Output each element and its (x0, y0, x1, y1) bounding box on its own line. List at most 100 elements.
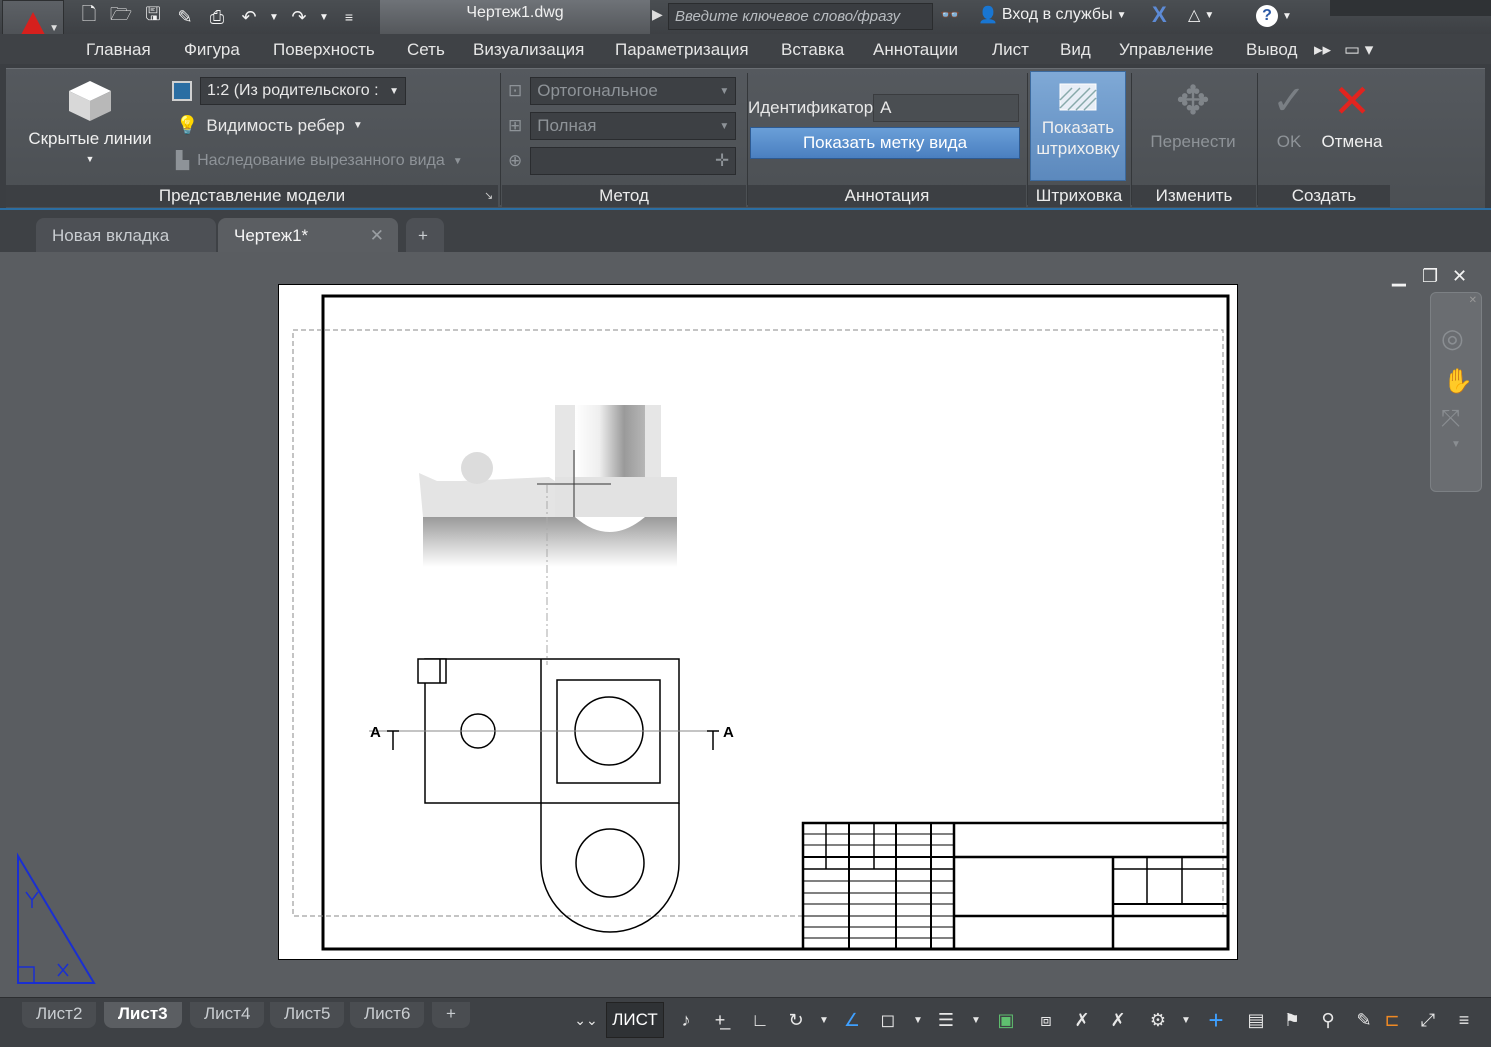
ribbon-display-toggle-icon[interactable]: ▭ ▾ (1344, 40, 1373, 60)
snap-icon[interactable]: ♪ (672, 1006, 700, 1034)
paper-sheet[interactable]: A A (278, 284, 1238, 960)
grid-icon[interactable]: +̲ (706, 1006, 734, 1034)
search-input[interactable]: Введите ключевое слово/фразу (668, 3, 933, 30)
signin-button[interactable]: 👤 Вход в службы ▼ (978, 5, 1126, 25)
projection-dropdown[interactable]: Ортогональное ▼ (530, 77, 737, 105)
menu-icon[interactable]: ≡ (1450, 1006, 1478, 1034)
fullscreen-icon[interactable]: ⤢ (1414, 1006, 1442, 1034)
layout-tab[interactable]: Лист2 (22, 1002, 97, 1028)
annotation-monitor-icon[interactable]: ⧈ (1032, 1006, 1060, 1034)
hidden-lines-button[interactable]: Скрытые линии ▼ (20, 79, 160, 170)
steering-wheel-icon[interactable]: ◎ (1441, 323, 1464, 354)
close-icon[interactable]: ✕ (370, 226, 384, 246)
add-layout-button[interactable]: + (432, 1002, 470, 1028)
user-icon: 👤 (978, 7, 998, 24)
tab-insert[interactable]: Вставка (781, 40, 844, 60)
zoom-extents-icon[interactable]: ⤧ (1441, 405, 1460, 433)
new-tab-button[interactable]: + (406, 218, 444, 254)
tab-view[interactable]: Вид (1060, 40, 1091, 60)
selection-cycling-icon[interactable]: ▣ (992, 1006, 1020, 1034)
move-arrows-icon: ✥ (1176, 79, 1210, 123)
binoculars-icon[interactable]: 👓 (940, 5, 960, 25)
customize-qat-icon[interactable]: ≡ (336, 5, 362, 29)
open-file-icon[interactable]: 🗁 (108, 4, 134, 29)
tab-annotate[interactable]: Аннотации (873, 40, 958, 60)
isolate-objects-icon[interactable]: ⚲ (1314, 1006, 1342, 1034)
lock-ui-icon[interactable]: ⚑ (1278, 1006, 1306, 1034)
section-type-dropdown[interactable]: Полная ▼ (530, 112, 737, 140)
pan-hand-icon[interactable]: ✋ (1443, 367, 1473, 396)
show-view-label-button[interactable]: Показать метку вида (750, 127, 1020, 159)
help-button[interactable]: ? ▼ (1256, 5, 1292, 27)
undo-dropdown-icon[interactable]: ▼ (268, 5, 280, 29)
ortho-icon[interactable]: ∟ (746, 1006, 774, 1034)
redo-dropdown-icon[interactable]: ▼ (318, 5, 330, 29)
chevron-down-icon: ▼ (49, 23, 59, 34)
object-snap-icon[interactable]: ◻ (874, 1006, 902, 1034)
search-expand-icon[interactable]: ▶ (652, 6, 663, 23)
gear-icon[interactable]: ⚙ (1144, 1006, 1172, 1034)
ok-button[interactable]: ✓ OK (1264, 79, 1314, 152)
show-hatch-button[interactable]: Показать штриховку (1030, 71, 1126, 181)
tab-home[interactable]: Главная (86, 40, 151, 60)
layout-tab[interactable]: Лист5 (270, 1002, 345, 1028)
annotation-visibility-icon[interactable]: ✗ (1104, 1006, 1132, 1034)
tab-solid[interactable]: Фигура (184, 40, 240, 60)
panel-title-method: Метод (502, 185, 746, 207)
scale-row: 1:2 (Из родительского : ▼ (172, 77, 406, 105)
isodraft-icon[interactable]: ∠ (838, 1006, 866, 1034)
plus-icon[interactable]: + (1202, 1005, 1230, 1035)
document-title: Чертеж1.dwg (380, 0, 650, 34)
save-icon[interactable]: 🖫 (140, 4, 166, 29)
chevron-down-icon[interactable]: ▼ (810, 1006, 838, 1034)
hardware-acceleration-icon[interactable]: ✎ (1350, 1006, 1378, 1034)
tab-new-tab[interactable]: Новая вкладка (36, 218, 216, 254)
exchange-apps-icon[interactable]: X (1152, 2, 1167, 28)
tab-parametric[interactable]: Параметризация (615, 40, 749, 60)
undo-icon[interactable]: ↶ (236, 5, 262, 29)
chevron-down-icon[interactable]: ▼ (904, 1006, 932, 1034)
chevron-down-icon[interactable]: ▼ (1172, 1006, 1200, 1034)
identifier-input[interactable]: A (873, 94, 1020, 122)
cut-inheritance-button[interactable]: ▙ Наследование вырезанного вида ▼ (176, 151, 463, 171)
method-third-field[interactable]: ✛ (530, 147, 737, 175)
tab-visualize[interactable]: Визуализация (473, 40, 584, 60)
chevron-down-icon[interactable]: ▼ (1451, 439, 1461, 450)
a360-icon[interactable]: △ ▼ (1188, 5, 1214, 25)
save-as-icon[interactable]: ✎ (172, 5, 198, 29)
close-viewport-icon[interactable]: ✕ (1452, 266, 1467, 287)
panel-launcher-icon[interactable]: ↘ (484, 189, 493, 202)
pick-point-icon: ✛ (715, 151, 730, 170)
layout-tab-active[interactable]: Лист3 (104, 1002, 182, 1028)
chevron-down-icon[interactable]: ▼ (962, 1006, 990, 1034)
tab-output[interactable]: Вывод (1246, 40, 1297, 60)
tab-mesh[interactable]: Сеть (407, 40, 445, 60)
edge-visibility-button[interactable]: 💡 Видимость ребер ▼ (176, 115, 363, 136)
layout-tab[interactable]: Лист6 (350, 1002, 425, 1028)
tab-drawing1[interactable]: Чертеж1* ✕ (218, 218, 398, 254)
identifier-label: Идентификатор (748, 98, 874, 117)
move-button[interactable]: ✥ Перенести (1140, 79, 1246, 152)
redo-icon[interactable]: ↷ (286, 5, 312, 29)
tab-manage[interactable]: Управление (1119, 40, 1214, 60)
scale-dropdown[interactable]: 1:2 (Из родительского : ▼ (200, 77, 406, 105)
clean-screen-icon[interactable]: ⊏ (1378, 1006, 1406, 1034)
close-icon[interactable]: ✕ (1469, 295, 1477, 306)
minimize-viewport-icon[interactable]: ▁ (1392, 266, 1406, 287)
print-icon[interactable]: ⎙ (204, 5, 230, 29)
window-controls[interactable] (1330, 0, 1491, 16)
polar-tracking-icon[interactable]: ↻ (782, 1006, 810, 1034)
more-tabs-icon[interactable]: ▸▸ (1314, 40, 1331, 60)
annotation-scale-icon[interactable]: ✗ (1068, 1006, 1096, 1034)
tab-layout[interactable]: Лист (992, 40, 1029, 60)
quick-properties-icon[interactable]: ▤ (1242, 1006, 1270, 1034)
layout-tab[interactable]: Лист4 (190, 1002, 265, 1028)
cancel-button[interactable]: ✕ Отмена (1318, 78, 1386, 152)
new-file-icon[interactable]: 🗋 (76, 4, 102, 29)
restore-viewport-icon[interactable]: ❐ (1422, 266, 1438, 287)
customize-chevron-icon[interactable]: ⌄⌄ (572, 1006, 600, 1034)
model-space-button[interactable]: ЛИСТ (606, 1002, 664, 1038)
lineweight-icon[interactable]: ☰ (932, 1006, 960, 1034)
drawing-canvas[interactable]: ▁ ❐ ✕ A A ✕ ◎ ✋ ⤧ ▼ (0, 252, 1491, 997)
tab-surface[interactable]: Поверхность (273, 40, 375, 60)
